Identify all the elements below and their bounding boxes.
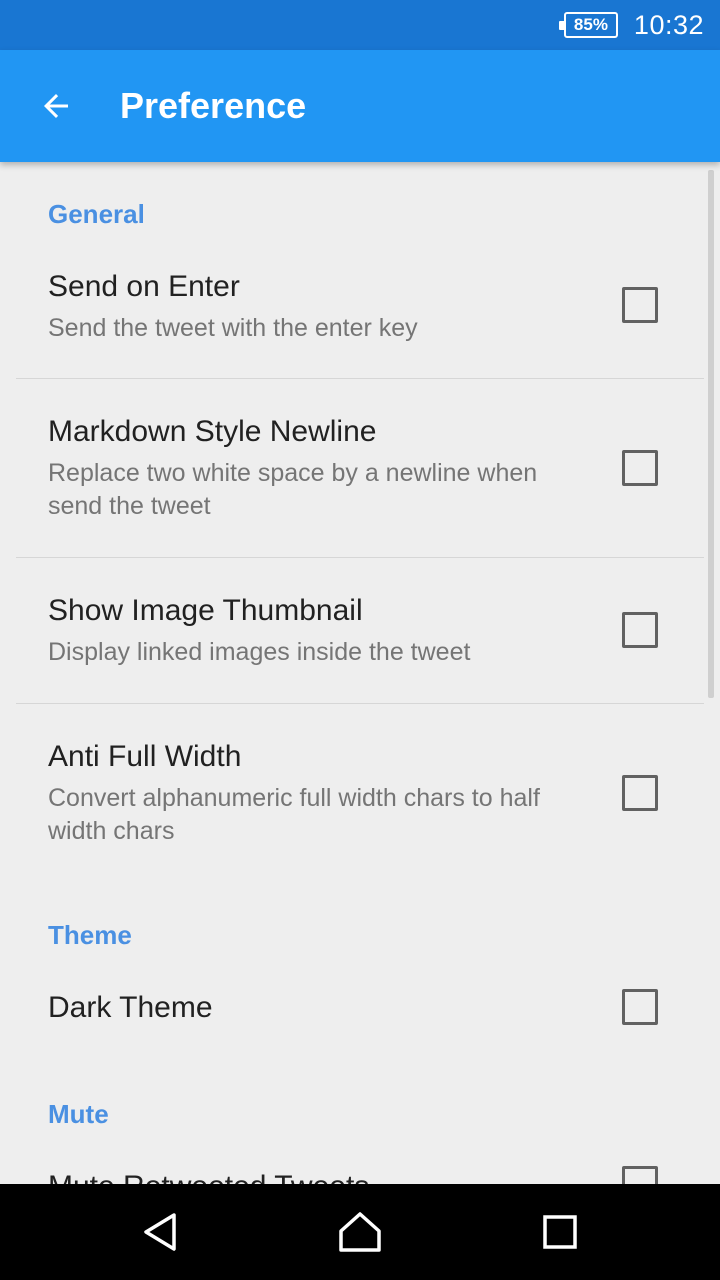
- status-bar: 85% 10:32: [0, 0, 720, 50]
- pref-title: Markdown Style Newline: [48, 415, 377, 448]
- arrow-left-icon: [44, 94, 68, 118]
- nav-recents-button[interactable]: [520, 1192, 600, 1272]
- dark-theme-checkbox[interactable]: [622, 989, 658, 1025]
- send-on-enter-checkbox[interactable]: [622, 287, 658, 323]
- pref-title: Dark Theme: [48, 991, 213, 1024]
- nav-back-button[interactable]: [120, 1192, 200, 1272]
- anti-full-width-checkbox[interactable]: [622, 775, 658, 811]
- pref-title: Anti Full Width: [48, 740, 242, 773]
- category-general: General: [48, 199, 145, 229]
- pref-title: Send on Enter: [48, 270, 240, 303]
- pref-markdown-newline[interactable]: Markdown Style Newline Replace two white…: [0, 379, 704, 557]
- pref-mute-retweeted[interactable]: Mute Retweeted Tweets: [0, 1142, 704, 1184]
- clock: 10:32: [633, 9, 704, 40]
- scrollbar[interactable]: [708, 170, 714, 698]
- mute-retweeted-checkbox[interactable]: [622, 1166, 658, 1184]
- nav-home-button[interactable]: [320, 1192, 400, 1272]
- preference-list[interactable]: General Send on Enter Send the tweet wit…: [0, 162, 720, 1184]
- pref-send-on-enter[interactable]: Send on Enter Send the tweet with the en…: [0, 246, 704, 378]
- battery-level: 85%: [573, 15, 608, 34]
- page-title: Preference: [120, 85, 307, 126]
- pref-show-image-thumbnail[interactable]: Show Image Thumbnail Display linked imag…: [0, 558, 704, 703]
- pref-title: Mute Retweeted Tweets: [48, 1170, 369, 1184]
- pref-summary: Display linked images inside the tweet: [48, 638, 471, 666]
- pref-anti-full-width[interactable]: Anti Full Width Convert alphanumeric ful…: [0, 704, 704, 880]
- markdown-newline-checkbox[interactable]: [622, 450, 658, 486]
- pref-summary: Send the tweet with the enter key: [48, 314, 418, 342]
- triangle-back-icon: [144, 1213, 176, 1251]
- home-icon: [339, 1212, 381, 1252]
- back-button[interactable]: [28, 78, 84, 134]
- pref-title: Show Image Thumbnail: [48, 594, 363, 627]
- square-recents-icon: [543, 1215, 577, 1249]
- category-mute: Mute: [48, 1099, 109, 1129]
- navigation-bar: [0, 1184, 720, 1280]
- battery-icon: 85%: [558, 12, 618, 38]
- app-bar: Preference: [0, 50, 720, 162]
- show-image-thumbnail-checkbox[interactable]: [622, 612, 658, 648]
- pref-dark-theme[interactable]: Dark Theme: [0, 962, 704, 1054]
- pref-summary: Convert alphanumeric full width chars to…: [48, 784, 540, 845]
- pref-summary: Replace two white space by a newline whe…: [48, 459, 538, 520]
- category-theme: Theme: [48, 920, 132, 950]
